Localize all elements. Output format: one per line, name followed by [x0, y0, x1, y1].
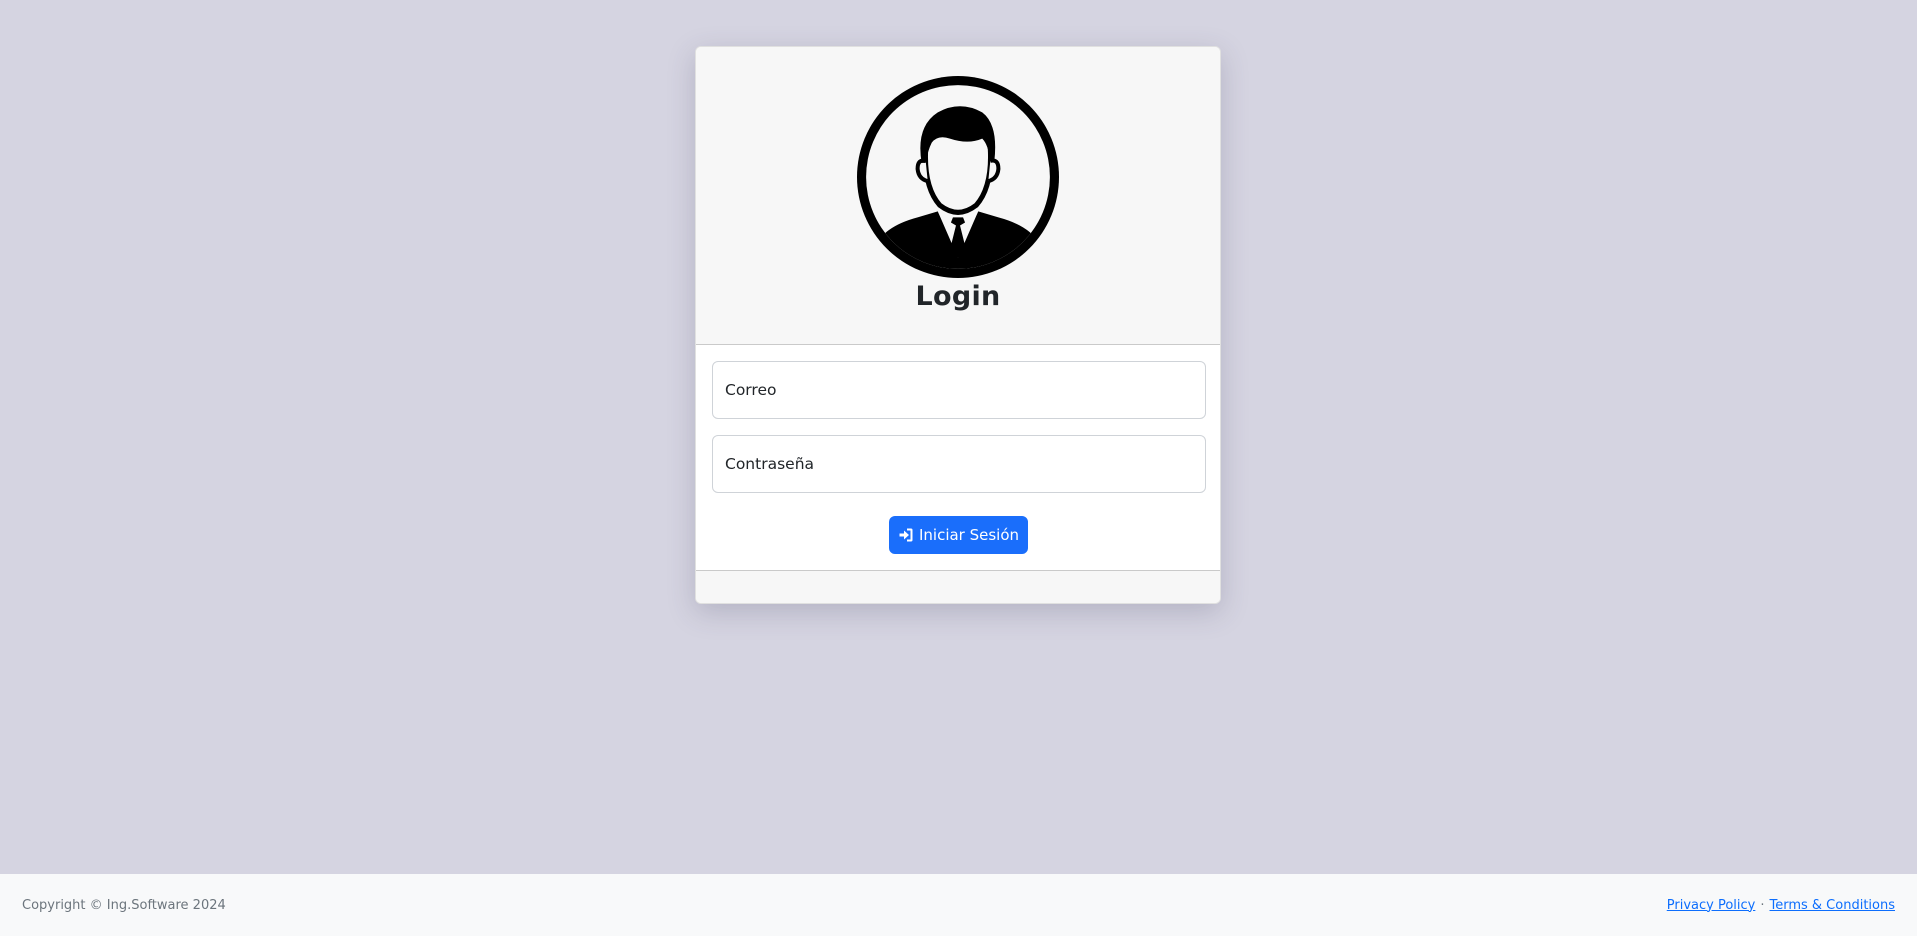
login-page: Login Iniciar Sesión Copyright © Ing.Sof… — [0, 0, 1917, 936]
terms-link[interactable]: Terms & Conditions — [1770, 898, 1896, 913]
sign-in-icon — [898, 527, 914, 543]
footer-separator: · — [1760, 897, 1765, 913]
copyright-text: Copyright © Ing.Software 2024 — [22, 897, 226, 913]
card-footer — [696, 570, 1220, 603]
login-button-label: Iniciar Sesión — [918, 526, 1020, 544]
site-footer: Copyright © Ing.Software 2024 Privacy Po… — [0, 874, 1917, 936]
password-input[interactable] — [712, 435, 1206, 493]
login-card: Login Iniciar Sesión — [695, 46, 1221, 604]
privacy-policy-link[interactable]: Privacy Policy — [1667, 898, 1756, 913]
card-body: Iniciar Sesión — [696, 345, 1220, 571]
user-avatar-icon — [857, 76, 1059, 278]
footer-links: Privacy Policy · Terms & Conditions — [1667, 898, 1895, 913]
login-title: Login — [915, 281, 1001, 312]
email-input[interactable] — [712, 361, 1206, 419]
card-header: Login — [696, 47, 1220, 345]
login-button[interactable]: Iniciar Sesión — [889, 516, 1028, 554]
